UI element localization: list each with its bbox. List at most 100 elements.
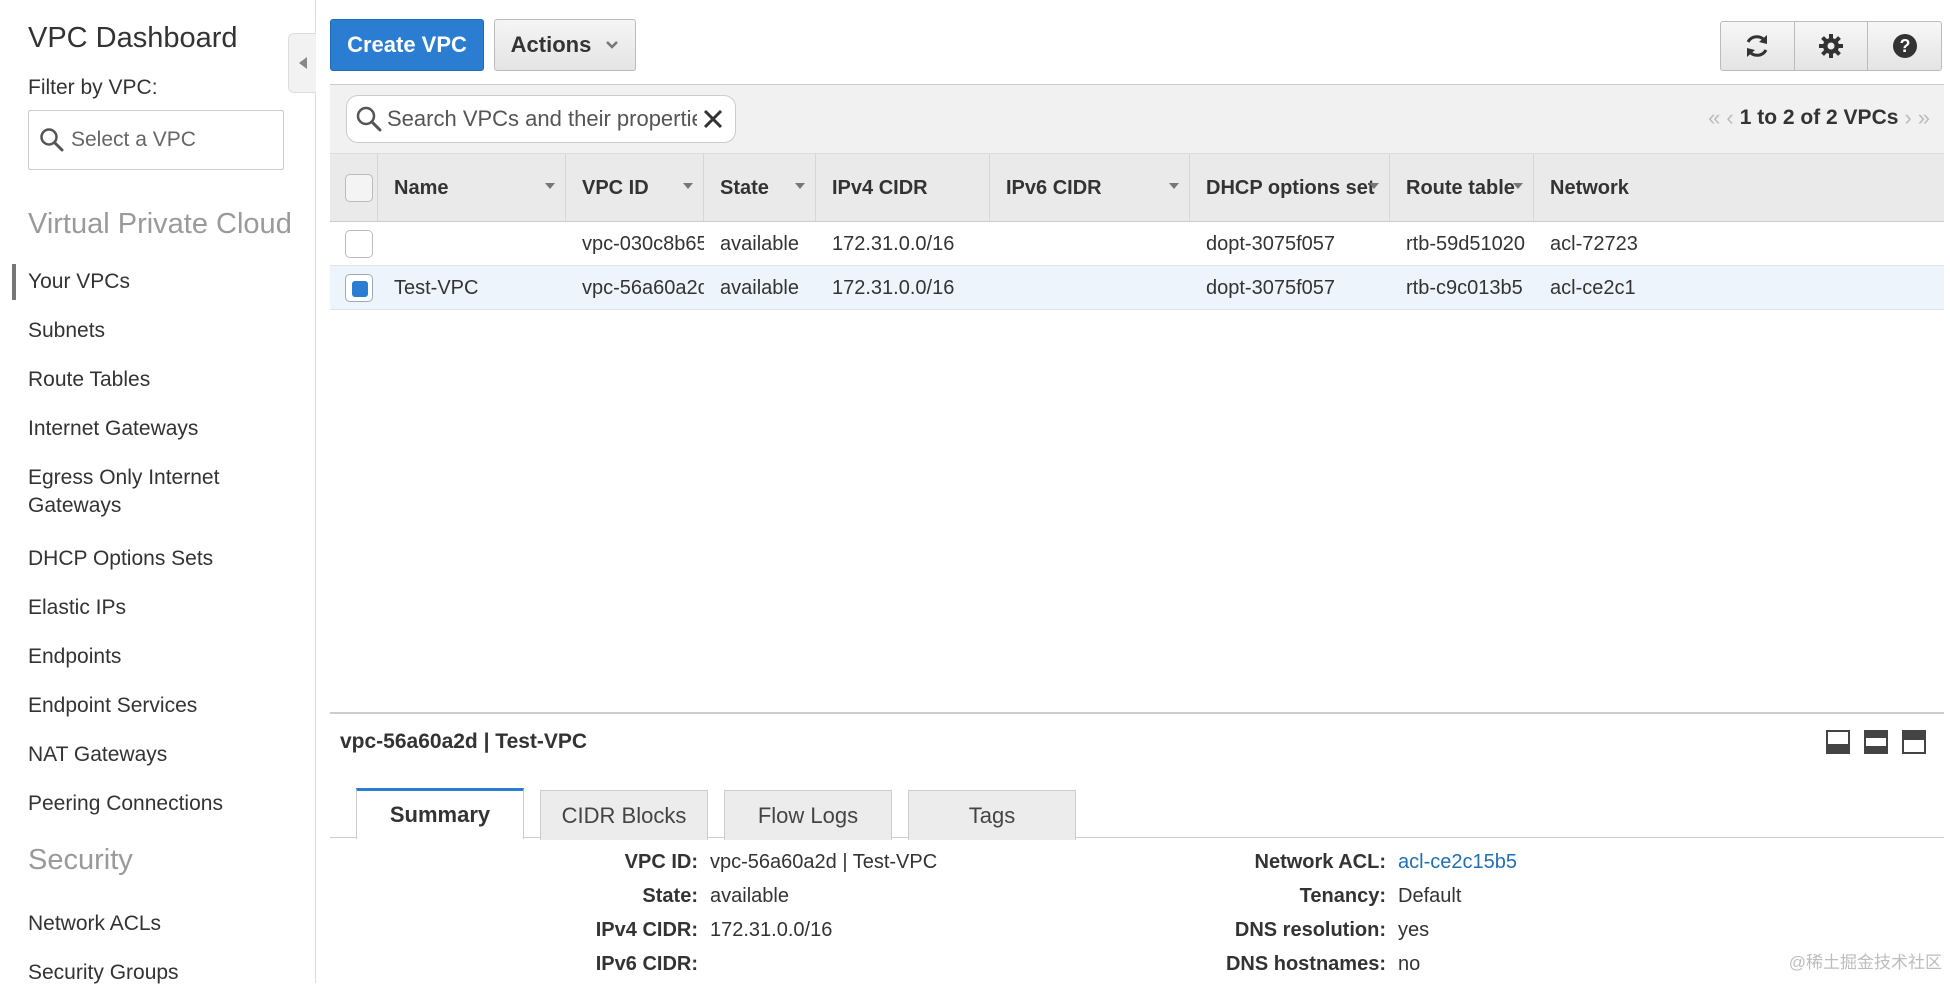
sidebar-item-route-tables[interactable]: Route Tables: [28, 366, 150, 394]
last-page-icon[interactable]: »: [1918, 105, 1930, 131]
vpc-search[interactable]: [346, 95, 736, 143]
sort-caret-icon[interactable]: [795, 183, 805, 189]
filter-label: Filter by VPC:: [28, 76, 158, 100]
cell-ipv4-cidr: 172.31.0.0/16: [816, 222, 990, 266]
detail-field-label: DNS resolution:: [1140, 918, 1386, 942]
cell-network: acl-72723: [1534, 222, 1944, 266]
column-header-label: DHCP options set: [1206, 177, 1375, 200]
help-icon: ?: [1891, 32, 1919, 60]
sidebar-item-nat-gateways[interactable]: NAT Gateways: [28, 741, 167, 769]
detail-field-label: Network ACL:: [1140, 850, 1386, 874]
panel-splitter[interactable]: [330, 712, 1944, 714]
layout-split-icon[interactable]: [1864, 730, 1888, 754]
detail-field: IPv4 CIDR:172.31.0.0/16: [480, 918, 832, 942]
cell-network: acl-ce2c1: [1534, 266, 1944, 310]
detail-field-label: State:: [480, 884, 698, 908]
help-button[interactable]: ?: [1868, 22, 1941, 70]
column-header-ipv4-cidr[interactable]: IPv4 CIDR: [816, 154, 990, 222]
tab-flow-logs[interactable]: Flow Logs: [724, 790, 892, 840]
detail-field-value: Default: [1398, 884, 1461, 908]
sidebar-item-network-acls[interactable]: Network ACLs: [28, 910, 161, 938]
sidebar-item-dhcp-options-sets[interactable]: DHCP Options Sets: [28, 545, 213, 573]
column-header-label: IPv4 CIDR: [832, 177, 928, 200]
table-row[interactable]: Test-VPCvpc-56a60a2davailable172.31.0.0/…: [330, 266, 1944, 310]
column-header-label: IPv6 CIDR: [1006, 177, 1102, 200]
detail-tabs: Summary CIDR Blocks Flow Logs Tags: [330, 788, 1944, 838]
clear-search-icon[interactable]: [701, 107, 725, 131]
sort-caret-icon[interactable]: [1169, 183, 1179, 189]
detail-field-label: IPv4 CIDR:: [480, 918, 698, 942]
layout-toggle: [1826, 730, 1926, 754]
table-row[interactable]: vpc-030c8b65available172.31.0.0/16dopt-3…: [330, 222, 1944, 266]
vpc-table-body: vpc-030c8b65available172.31.0.0/16 dopt-3…: [330, 222, 1944, 310]
sidebar-item-internet-gateways[interactable]: Internet Gateways: [28, 415, 198, 443]
cell-ipv6-cidr: [990, 266, 1190, 310]
first-page-icon[interactable]: «: [1708, 105, 1720, 131]
vpc-filter-placeholder: Select a VPC: [71, 128, 196, 152]
cell-ipv6-cidr: [990, 222, 1190, 266]
column-header-vpc-id[interactable]: VPC ID: [566, 154, 704, 222]
collapse-sidebar-button[interactable]: [288, 33, 316, 93]
cell-name: [378, 222, 566, 266]
sidebar-item-endpoint-services[interactable]: Endpoint Services: [28, 692, 197, 720]
detail-field: DNS resolution: yes: [1140, 918, 1429, 942]
actions-dropdown[interactable]: Actions: [494, 19, 636, 71]
caret-left-icon: [298, 56, 308, 70]
sort-caret-icon[interactable]: [1369, 183, 1379, 189]
sidebar-item-egress-only-internet-gateways[interactable]: Egress Only Internet Gateways: [28, 464, 288, 520]
detail-field: State:available: [480, 884, 789, 908]
sidebar-item-subnets[interactable]: Subnets: [28, 317, 105, 345]
cell-dhcp-options-set: dopt-3075f057: [1190, 266, 1390, 310]
sidebar-item-elastic-ips[interactable]: Elastic IPs: [28, 594, 126, 622]
actions-label: Actions: [511, 32, 592, 58]
detail-field: Network ACL: acl-ce2c15b5: [1140, 850, 1517, 874]
sidebar-section-heading: Virtual Private Cloud: [28, 208, 292, 241]
sort-caret-icon[interactable]: [545, 183, 555, 189]
column-header-name[interactable]: Name: [378, 154, 566, 222]
row-checkbox[interactable]: [345, 230, 373, 258]
detail-field-label: Tenancy:: [1140, 884, 1386, 908]
column-header-dhcp-options-set[interactable]: DHCP options set: [1190, 154, 1390, 222]
select-all-checkbox[interactable]: [345, 174, 373, 202]
cell-vpc-id: vpc-56a60a2d: [566, 266, 704, 310]
column-header-label: Name: [394, 177, 448, 200]
sidebar-item-peering-connections[interactable]: Peering Connections: [28, 790, 223, 818]
column-header-label: Network: [1550, 177, 1629, 200]
settings-button[interactable]: [1795, 22, 1869, 70]
pagination-text: 1 to 2 of 2 VPCs: [1740, 106, 1899, 130]
tab-summary[interactable]: Summary: [356, 788, 524, 839]
sidebar-item-your-vpcs[interactable]: Your VPCs: [28, 268, 130, 296]
refresh-button[interactable]: [1721, 22, 1795, 70]
chevron-down-icon: [605, 40, 619, 50]
network-acl-link[interactable]: acl-ce2c15b5: [1398, 850, 1517, 874]
sidebar-title[interactable]: VPC Dashboard: [28, 22, 238, 55]
vpc-filter-select[interactable]: Select a VPC: [28, 110, 284, 170]
tab-tags[interactable]: Tags: [908, 790, 1076, 840]
row-checkbox[interactable]: [345, 274, 373, 302]
layout-bottom-icon[interactable]: [1826, 730, 1850, 754]
detail-field-value: yes: [1398, 918, 1429, 942]
table-header: Name VPC IDState IPv4 CIDR IPv6 CIDR DHCP op…: [330, 154, 1944, 222]
column-header-ipv6-cidr[interactable]: IPv6 CIDR: [990, 154, 1190, 222]
search-icon: [355, 105, 383, 133]
sort-caret-icon[interactable]: [683, 183, 693, 189]
create-vpc-button[interactable]: Create VPC: [330, 19, 484, 71]
sort-caret-icon[interactable]: [1513, 183, 1523, 189]
row-select-cell: [330, 222, 378, 266]
detail-title: vpc-56a60a2d | Test-VPC: [340, 730, 587, 754]
cell-state: available: [704, 222, 816, 266]
next-page-icon[interactable]: ›: [1904, 105, 1911, 131]
column-header-network[interactable]: Network: [1534, 154, 1944, 222]
cell-route-table: rtb-59d51020: [1390, 222, 1534, 266]
detail-field-label: IPv6 CIDR:: [480, 952, 698, 976]
layout-top-icon[interactable]: [1902, 730, 1926, 754]
cell-vpc-id: vpc-030c8b65: [566, 222, 704, 266]
tab-cidr-blocks[interactable]: CIDR Blocks: [540, 790, 708, 840]
vpc-search-input[interactable]: [387, 106, 697, 132]
detail-field: IPv6 CIDR:: [480, 952, 710, 976]
column-header-route-table[interactable]: Route table: [1390, 154, 1534, 222]
prev-page-icon[interactable]: ‹: [1726, 105, 1733, 131]
column-header-state[interactable]: State: [704, 154, 816, 222]
sidebar-item-endpoints[interactable]: Endpoints: [28, 643, 121, 671]
column-header-label: Route table: [1406, 177, 1515, 200]
